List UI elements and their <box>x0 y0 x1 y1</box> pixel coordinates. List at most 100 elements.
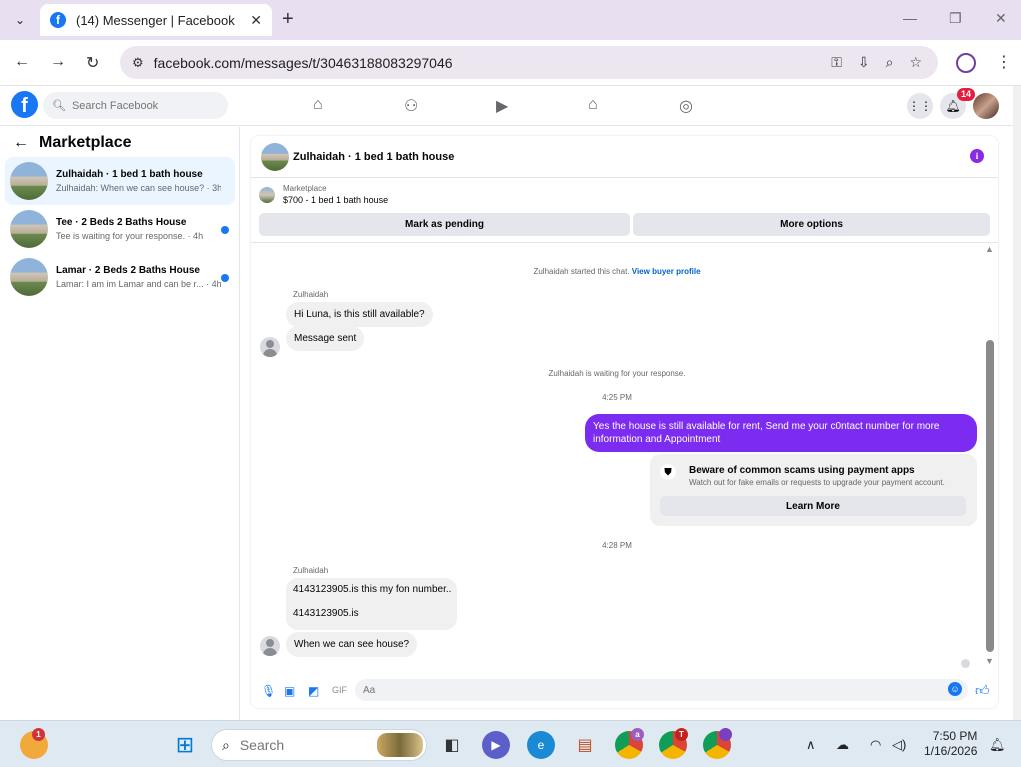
password-key-icon[interactable]: ⚿ <box>831 54 842 71</box>
new-tab-icon[interactable]: + <box>282 9 294 29</box>
sticker-icon[interactable]: ◩ <box>308 684 319 698</box>
reload-icon[interactable]: ↻ <box>86 53 99 73</box>
profile-badge: T <box>675 728 688 741</box>
listing-label: Marketplace <box>283 184 327 193</box>
scroll-down-icon[interactable]: ▼ <box>985 656 994 666</box>
unread-dot <box>221 226 229 234</box>
tab-title: (14) Messenger | Facebook <box>76 12 235 28</box>
message-input[interactable] <box>363 684 933 696</box>
sender-avatar[interactable] <box>260 636 280 656</box>
search-icon: ⌕ <box>222 736 230 753</box>
listing-summary[interactable]: Marketplace $700 - 1 bed 1 bath house <box>259 184 388 205</box>
notification-bell-icon[interactable]: 🔔︎ <box>989 737 1006 753</box>
chat-listing-avatar[interactable] <box>261 142 289 171</box>
site-info-icon[interactable]: ⚙ <box>132 55 144 71</box>
menu-grid-icon[interactable]: ⋮⋮ <box>907 93 933 119</box>
microphone-icon[interactable]: 🎙︎ <box>261 684 276 698</box>
conversation-item[interactable]: Tee · 2 Beds 2 Baths House Tee is waitin… <box>5 205 235 253</box>
incoming-message[interactable]: Hi Luna, is this still available? <box>286 302 433 327</box>
incoming-message[interactable]: When we can see house? <box>286 632 418 657</box>
taskbar-search-input[interactable] <box>239 737 360 753</box>
sidebar-title: Marketplace <box>39 134 132 151</box>
omnibox[interactable]: ⚙ facebook.com/messages/t/30463188083297… <box>120 46 938 79</box>
mark-as-pending-button[interactable]: Mark as pending <box>259 213 630 236</box>
restore-icon[interactable]: ❐ <box>949 10 962 27</box>
info-icon[interactable]: i <box>970 149 984 163</box>
tray-chevron-icon[interactable]: ∧ <box>806 737 816 753</box>
home-icon[interactable]: ⌂ <box>313 96 323 114</box>
conversation-item[interactable]: Lamar · 2 Beds 2 Baths House Lamar: I am… <box>5 253 235 301</box>
conversation-snippet: Lamar: I am im Lamar and can be r... <box>56 279 204 289</box>
groups-icon[interactable]: ◎ <box>679 96 693 116</box>
app-badge: 1 <box>32 728 45 741</box>
wifi-icon[interactable]: ◠ <box>870 737 881 753</box>
conversation-name: Lamar · 2 Beds 2 Baths House <box>56 265 200 276</box>
clock-date: 1/16/2026 <box>924 744 978 758</box>
scrollbar-thumb[interactable] <box>986 340 994 652</box>
windows-taskbar: 1 ⊞ ⌕ ◧ ▶ e ▤ a T ∧ ☁ ◠ ◁) 7:50 PM 1/16/… <box>0 720 1021 767</box>
back-arrow-icon[interactable]: ← <box>13 134 29 152</box>
volume-icon[interactable]: ◁) <box>892 737 906 753</box>
url-text[interactable]: facebook.com/messages/t/3046318808329704… <box>154 55 832 71</box>
thumbs-up-icon[interactable]: 👍︎ <box>975 682 990 699</box>
more-options-button[interactable]: More options <box>633 213 990 236</box>
address-bar-row: ← → ↻ ⚙ facebook.com/messages/t/30463188… <box>0 40 1021 86</box>
browser-tab[interactable]: f (14) Messenger | Facebook ✕ <box>40 4 272 36</box>
watch-icon[interactable]: ▶ <box>496 96 508 116</box>
browser-menu-icon[interactable]: ⋮ <box>996 52 1012 72</box>
outgoing-message[interactable]: Yes the house is still available for ren… <box>585 414 977 452</box>
chat-title[interactable]: Zulhaidah · 1 bed 1 bath house <box>293 151 454 163</box>
system-clock[interactable]: 7:50 PM 1/16/2026 <box>924 729 977 759</box>
emoji-icon[interactable]: ☺ <box>948 682 962 696</box>
close-tab-icon[interactable]: ✕ <box>250 12 262 29</box>
chat-scrollbar[interactable]: ▲ ▼ <box>985 244 995 670</box>
zoom-icon[interactable]: ⌕ <box>886 54 894 71</box>
taskbar-search[interactable]: ⌕ <box>211 729 427 761</box>
task-view-icon[interactable]: ◧ <box>438 731 466 759</box>
windows-start-icon[interactable]: ⊞ <box>171 731 199 759</box>
sender-name: Zulhaidah <box>293 290 329 299</box>
profile-badge <box>719 728 732 741</box>
marketplace-icon[interactable]: ⌂ <box>588 96 598 114</box>
browser-profile-icon[interactable] <box>956 53 976 73</box>
back-icon[interactable]: ← <box>14 53 30 71</box>
tab-search-chevron-icon[interactable]: ⌄ <box>8 8 32 32</box>
gif-icon[interactable]: GIF <box>332 685 347 695</box>
incoming-message[interactable]: 4143123905.is this my fon number.. 41431… <box>286 578 457 630</box>
edge-browser-icon[interactable]: e <box>527 731 555 759</box>
incoming-message[interactable]: Message sent <box>286 326 365 351</box>
install-app-icon[interactable]: ⇩ <box>858 54 870 71</box>
facebook-search[interactable]: 🔍︎ <box>43 92 228 119</box>
facebook-logo-icon[interactable]: f <box>11 91 38 118</box>
conversation-item[interactable]: Zulhaidah · 1 bed 1 bath house Zulhaidah… <box>5 157 235 205</box>
learn-more-button[interactable]: Learn More <box>660 496 966 516</box>
scroll-up-icon[interactable]: ▲ <box>985 244 994 254</box>
marketplace-sidebar: ← Marketplace Zulhaidah · 1 bed 1 bath h… <box>0 127 240 720</box>
account-avatar[interactable] <box>973 93 999 119</box>
message-input-wrapper[interactable]: ☺ <box>355 679 968 701</box>
minimize-icon[interactable]: — <box>903 10 917 26</box>
conversation-time: · 4h <box>206 279 221 289</box>
sender-name: Zulhaidah <box>293 566 329 575</box>
window-close-icon[interactable]: ✕ <box>995 10 1007 27</box>
chat-panel: Zulhaidah · 1 bed 1 bath house i Marketp… <box>251 136 998 708</box>
file-manager-icon[interactable]: ▤ <box>571 731 599 759</box>
listing-price-title: $700 - 1 bed 1 bath house <box>283 195 389 205</box>
message-line: 4143123905.is this my fon number.. <box>293 584 452 595</box>
facebook-search-input[interactable] <box>71 99 222 112</box>
conversation-snippet: Zulhaidah: When we can see house? · 3h <box>56 183 221 193</box>
view-buyer-profile-link[interactable]: View buyer profile <box>632 267 701 276</box>
browser-tab-bar: ⌄ f (14) Messenger | Facebook ✕ + — ❐ ✕ <box>0 0 1021 40</box>
forward-icon[interactable]: → <box>50 53 66 71</box>
facebook-header: f 🔍︎ ⌂ ⚇ ▶ ⌂ ◎ ⋮⋮ 🔔︎ <box>0 86 1013 126</box>
friends-icon[interactable]: ⚇ <box>404 96 418 116</box>
conversation-snippet: Tee is waiting for your response. · 4h <box>56 231 204 241</box>
bookmark-star-icon[interactable]: ☆ <box>909 54 922 71</box>
search-highlight-image <box>377 733 423 757</box>
cloud-offline-icon[interactable]: ☁ <box>836 737 849 753</box>
page-scrollbar[interactable] <box>1013 86 1021 720</box>
teams-chat-icon[interactable]: ▶ <box>482 731 510 759</box>
divider <box>251 242 998 243</box>
photo-icon[interactable]: ▣ <box>284 684 295 698</box>
sender-avatar[interactable] <box>260 337 280 357</box>
